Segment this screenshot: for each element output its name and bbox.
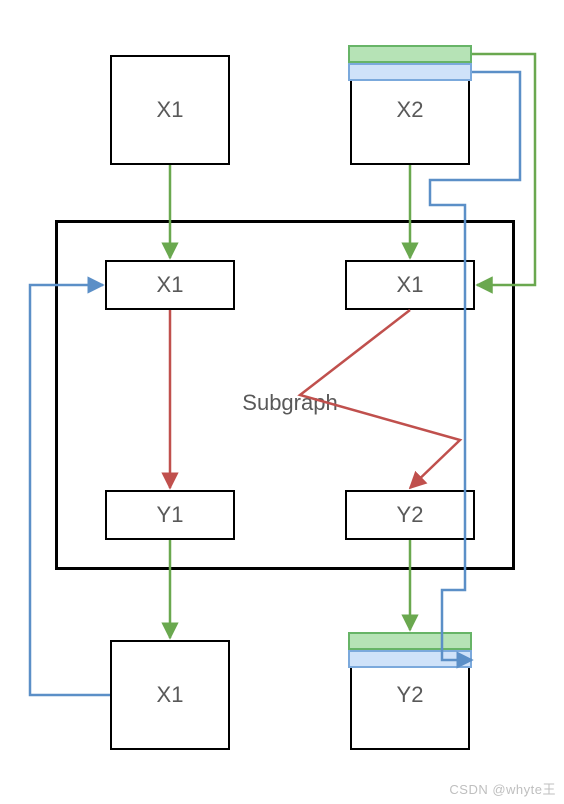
node-out-bottom-left: X1: [110, 640, 230, 750]
overlay-blue-top: [348, 63, 472, 81]
overlay-green-top: [348, 45, 472, 63]
subgraph-label: Subgraph: [240, 390, 340, 416]
node-out-bottom-right-label: Y2: [397, 682, 424, 708]
node-sub-bottom-right: Y2: [345, 490, 475, 540]
node-top-left-label: X1: [157, 97, 184, 123]
node-out-bottom-left-label: X1: [157, 682, 184, 708]
overlay-blue-bottom: [348, 650, 472, 668]
node-sub-inner-right-label: X1: [397, 272, 424, 298]
node-sub-inner-left: X1: [105, 260, 235, 310]
overlay-green-bottom: [348, 632, 472, 650]
node-sub-bottom-left-label: Y1: [157, 502, 184, 528]
watermark: CSDN @whyte王: [449, 779, 556, 798]
node-top-left: X1: [110, 55, 230, 165]
node-sub-bottom-right-label: Y2: [397, 502, 424, 528]
node-top-right-label: X2: [397, 97, 424, 123]
node-sub-inner-right: X1: [345, 260, 475, 310]
node-sub-inner-left-label: X1: [157, 272, 184, 298]
node-sub-bottom-left: Y1: [105, 490, 235, 540]
